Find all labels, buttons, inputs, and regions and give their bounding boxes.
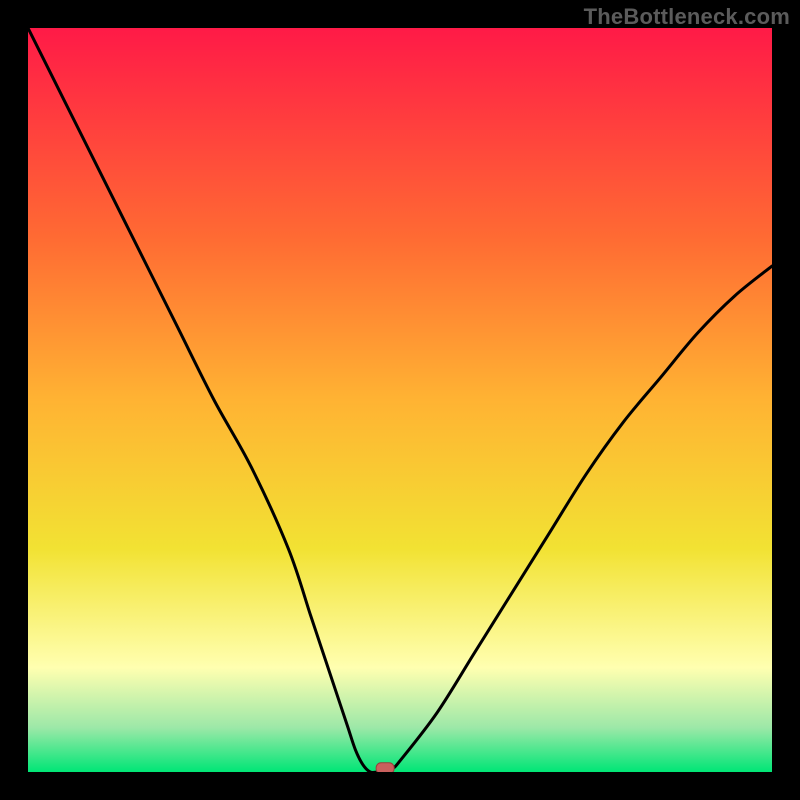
chart-frame: TheBottleneck.com <box>0 0 800 800</box>
minimum-marker <box>376 763 394 772</box>
watermark-text: TheBottleneck.com <box>584 4 790 30</box>
plot-area <box>28 28 772 772</box>
gradient-background <box>28 28 772 772</box>
bottleneck-chart-svg <box>28 28 772 772</box>
